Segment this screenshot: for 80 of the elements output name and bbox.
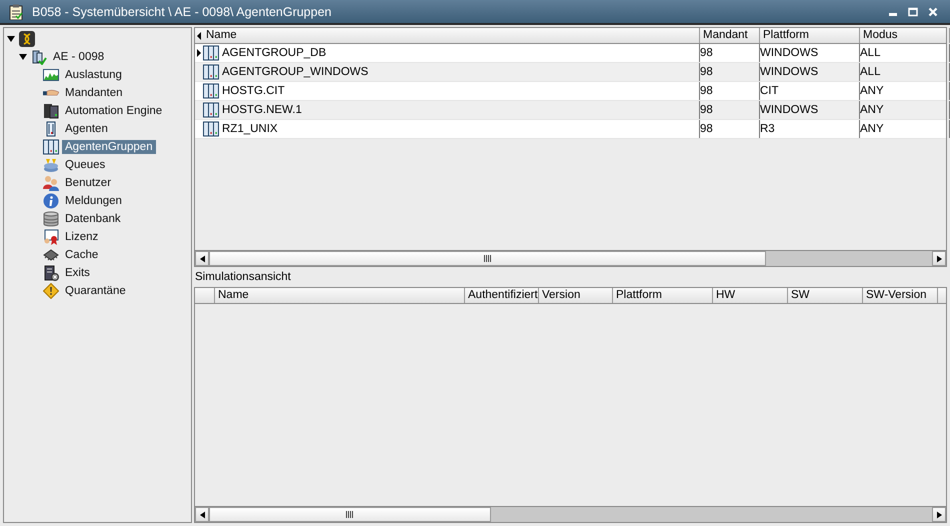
table-cell: CIT — [760, 85, 779, 97]
tree-item[interactable]: Auslastung — [62, 68, 125, 82]
tree-item[interactable]: Meldungen — [62, 194, 125, 208]
table-cell: 98 — [700, 85, 713, 97]
grip-icon — [346, 511, 354, 518]
column-header[interactable]: Modus — [860, 28, 950, 43]
agent-group-icon — [43, 139, 59, 155]
column-header[interactable]: SW-Version — [863, 288, 938, 303]
table-cell: 98 — [700, 104, 713, 116]
chart-icon — [43, 67, 59, 83]
grip-icon — [484, 255, 491, 262]
tree-item[interactable]: Automation Engine — [62, 104, 166, 118]
info-icon — [43, 193, 59, 209]
tree-item[interactable]: Cache — [62, 248, 102, 262]
table-cell: HOSTG.CIT — [222, 85, 285, 97]
table-cell: WINDOWS — [760, 104, 818, 116]
scroll-left-icon[interactable] — [200, 254, 204, 262]
scroll-right-icon[interactable] — [936, 254, 942, 262]
agent-group-icon — [203, 102, 219, 118]
table-cell: ALL — [860, 47, 880, 59]
tree-item[interactable]: Benutzer — [62, 176, 114, 190]
table-cell: ALL — [860, 66, 880, 78]
table-cell: AGENTGROUP_DB — [222, 47, 326, 59]
tree-item[interactable]: AE - 0098 — [50, 50, 108, 64]
window-title: B058 - Systemübersicht \ AE - 0098\ AgentenGruppen — [32, 4, 332, 18]
tree-item[interactable]: Exits — [62, 266, 93, 280]
horizontal-scrollbar[interactable] — [195, 506, 946, 522]
agent-group-icon — [203, 121, 219, 137]
table-cell: ANY — [860, 123, 884, 135]
column-header[interactable]: Version — [539, 288, 613, 303]
column-header[interactable]: Mandant — [700, 28, 760, 43]
queue-icon — [43, 157, 59, 173]
collapse-arrow-icon[interactable] — [7, 35, 15, 43]
maximize-icon[interactable] — [908, 6, 918, 16]
scroll-left-icon[interactable] — [200, 510, 204, 518]
table-cell: RZ1_UNIX — [222, 123, 278, 135]
table-cell: ANY — [860, 104, 884, 116]
table-cell: WINDOWS — [760, 47, 818, 59]
clipboard-icon — [8, 4, 24, 20]
database-icon — [43, 211, 59, 227]
table-cell: R3 — [760, 123, 775, 135]
horizontal-scrollbar[interactable] — [195, 250, 946, 266]
scroll-left-icon[interactable] — [197, 32, 201, 40]
certificate-icon — [43, 229, 59, 245]
server-exit-icon — [43, 265, 59, 281]
tree-item[interactable]: AgentenGruppen — [62, 140, 156, 154]
table-cell: AGENTGROUP_WINDOWS — [222, 66, 368, 78]
server-icon — [43, 103, 59, 119]
tree-item[interactable]: Mandanten — [62, 86, 126, 100]
section-title: Simulationsansicht — [194, 270, 292, 285]
logo-icon — [19, 31, 35, 47]
table-cell: WINDOWS — [760, 66, 818, 78]
tree-item[interactable]: Agenten — [62, 122, 111, 136]
handshake-icon — [43, 89, 59, 96]
warning-icon — [43, 283, 59, 299]
tree-item[interactable]: Datenbank — [62, 212, 124, 226]
column-header[interactable]: Name — [203, 28, 700, 43]
column-header[interactable]: Plattform — [760, 28, 860, 43]
table-cell: 98 — [700, 66, 713, 78]
agent-group-icon — [203, 83, 219, 99]
chip-icon — [43, 247, 59, 263]
users-icon — [43, 175, 59, 191]
tree-item[interactable]: Lizenz — [62, 230, 102, 244]
column-header[interactable]: Name — [215, 288, 465, 303]
close-icon[interactable] — [928, 6, 938, 16]
agent-group-icon — [203, 64, 219, 80]
scroll-right-icon[interactable] — [936, 510, 942, 518]
table-cell: 98 — [700, 47, 713, 59]
server-check-icon — [31, 49, 47, 65]
column-header[interactable]: Plattform — [613, 288, 713, 303]
table-cell: HOSTG.NEW.1 — [222, 104, 302, 116]
table-cell: ANY — [860, 85, 884, 97]
table-cell: 98 — [700, 123, 713, 135]
column-header[interactable]: SW — [788, 288, 863, 303]
collapse-arrow-icon[interactable] — [19, 53, 27, 61]
column-header[interactable]: HW — [713, 288, 788, 303]
tree-item[interactable]: Queues — [62, 158, 108, 172]
tree-item[interactable]: Quarantäne — [62, 284, 129, 298]
column-header[interactable]: Authentifiziert — [465, 288, 539, 303]
agent-group-icon — [203, 45, 219, 61]
